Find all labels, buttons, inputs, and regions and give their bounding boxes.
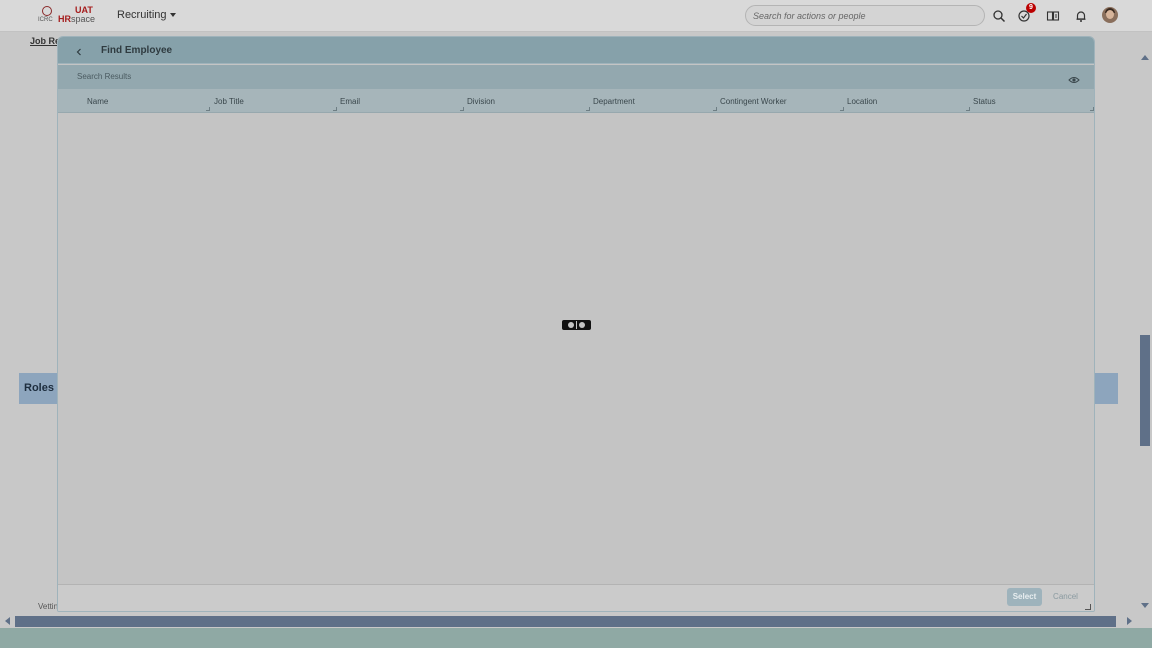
busy-indicator bbox=[562, 320, 591, 330]
search-results-toolbar: Search Results bbox=[58, 65, 1094, 89]
dialog-footer: Select Cancel bbox=[58, 584, 1094, 611]
roles-section-label: Roles bbox=[24, 382, 54, 394]
page-footer-band bbox=[0, 628, 1152, 648]
horizontal-scroll-thumb[interactable] bbox=[15, 616, 1116, 627]
avatar-face bbox=[1106, 10, 1114, 19]
dialog-header: Find Employee bbox=[58, 37, 1094, 64]
dialog-title: Find Employee bbox=[101, 45, 173, 56]
scroll-up-icon[interactable] bbox=[1141, 55, 1149, 60]
scroll-down-icon[interactable] bbox=[1141, 603, 1149, 608]
scroll-left-icon[interactable] bbox=[5, 617, 10, 625]
reading-icon[interactable] bbox=[1046, 9, 1060, 23]
column-header-job-title[interactable]: Job Title bbox=[214, 89, 337, 113]
column-resize-handle[interactable] bbox=[966, 107, 970, 111]
select-button[interactable]: Select bbox=[1007, 588, 1042, 606]
eye-icon[interactable] bbox=[1068, 72, 1080, 83]
vertical-scroll-thumb[interactable] bbox=[1140, 335, 1150, 446]
column-header-department[interactable]: Department bbox=[593, 89, 717, 113]
notifications-badge: 9 bbox=[1026, 3, 1036, 13]
column-header-label: Location bbox=[847, 97, 878, 106]
column-header-contingent-worker[interactable]: Contingent Worker bbox=[720, 89, 844, 113]
column-header-status[interactable]: Status bbox=[973, 89, 1094, 113]
busy-dot bbox=[579, 322, 585, 328]
vertical-scrollbar[interactable] bbox=[1138, 52, 1152, 612]
scroll-right-icon[interactable] bbox=[1127, 617, 1132, 625]
shell-bar: ICRC UAT HRspace Recruiting Search for a… bbox=[0, 0, 1152, 32]
column-header-name[interactable]: Name bbox=[87, 89, 210, 113]
job-requisition-link[interactable]: Job Re bbox=[30, 36, 60, 46]
column-resize-handle[interactable] bbox=[206, 107, 210, 111]
logo-brand: HRspace bbox=[58, 14, 95, 24]
back-icon[interactable] bbox=[73, 45, 85, 57]
app-menu-label: Recruiting bbox=[117, 9, 167, 21]
column-header-email[interactable]: Email bbox=[340, 89, 464, 113]
search-icon[interactable] bbox=[992, 9, 1006, 23]
logo-emblem-icon bbox=[42, 6, 52, 16]
dialog-resize-handle[interactable] bbox=[1085, 604, 1091, 610]
column-header-label: Job Title bbox=[214, 97, 244, 106]
column-header-label: Name bbox=[87, 97, 109, 106]
avatar[interactable] bbox=[1102, 7, 1118, 23]
column-header-location[interactable]: Location bbox=[847, 89, 970, 113]
results-table-body bbox=[58, 114, 1094, 584]
company-logo[interactable]: ICRC UAT HRspace bbox=[38, 5, 98, 27]
column-resize-handle[interactable] bbox=[460, 107, 464, 111]
caret-down-icon bbox=[169, 13, 176, 18]
logo-brand-suffix: space bbox=[71, 14, 96, 24]
search-input[interactable]: Search for actions or people bbox=[745, 5, 985, 26]
column-header-label: Contingent Worker bbox=[720, 97, 787, 106]
column-header-division[interactable]: Division bbox=[467, 89, 590, 113]
column-resize-handle[interactable] bbox=[586, 107, 590, 111]
column-resize-handle[interactable] bbox=[713, 107, 717, 111]
table-header-row: Name Job Title Email Division Department… bbox=[58, 89, 1094, 113]
busy-dot bbox=[568, 322, 574, 328]
column-resize-handle[interactable] bbox=[1090, 107, 1094, 111]
vetting-label: Vettin bbox=[38, 602, 59, 611]
search-results-label: Search Results bbox=[77, 72, 132, 81]
bell-icon[interactable] bbox=[1074, 9, 1088, 23]
app-menu-button[interactable]: Recruiting bbox=[117, 9, 176, 21]
cancel-button[interactable]: Cancel bbox=[1048, 588, 1083, 606]
logo-org: ICRC bbox=[38, 17, 53, 23]
logo-brand-prefix: HR bbox=[58, 14, 71, 24]
column-header-label: Status bbox=[973, 97, 996, 106]
find-employee-dialog: Find Employee Search Results Name Job Ti… bbox=[57, 36, 1095, 612]
column-resize-handle[interactable] bbox=[840, 107, 844, 111]
column-resize-handle[interactable] bbox=[333, 107, 337, 111]
column-header-label: Division bbox=[467, 97, 496, 106]
busy-divider bbox=[576, 321, 577, 329]
column-header-label: Email bbox=[340, 97, 361, 106]
column-header-label: Department bbox=[593, 97, 635, 106]
